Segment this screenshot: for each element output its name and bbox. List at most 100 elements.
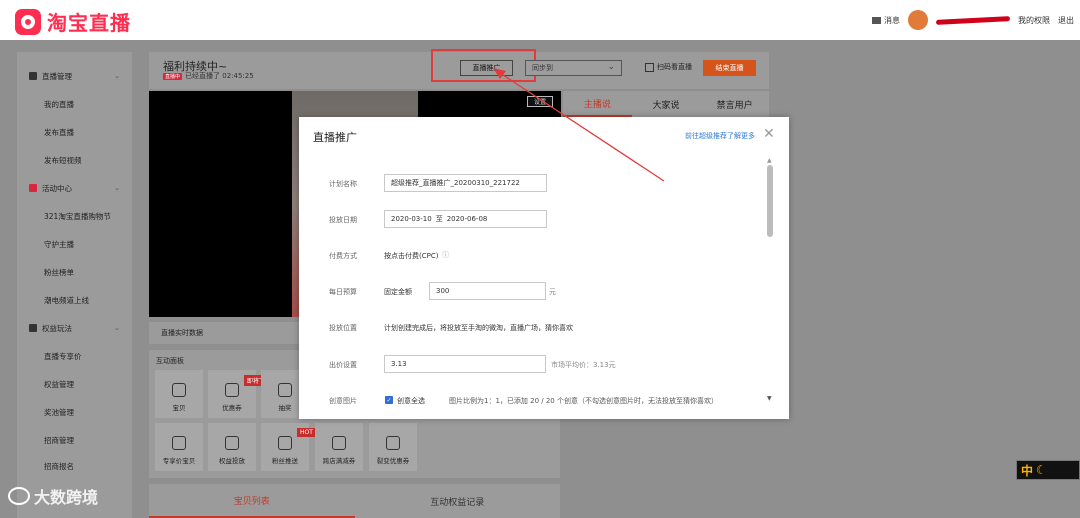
sidebar-item-label: 发布短视频: [44, 155, 82, 165]
sidebar-item-shopping-festival[interactable]: 321淘宝直播购物节: [17, 206, 132, 226]
modal-scrollbar-thumb[interactable]: [767, 165, 773, 237]
ime-indicator[interactable]: 中 ☾: [1016, 460, 1080, 480]
date-start: 2020-03-10: [391, 215, 432, 223]
tool-label: 裂变优惠券: [376, 457, 410, 465]
taobao-live-logo[interactable]: 淘宝直播: [15, 7, 131, 36]
sidebar-item-prize-pool[interactable]: 奖池管理: [17, 402, 132, 422]
sidebar-item-label: 我的直播: [44, 99, 74, 109]
sidebar-item-label: 招商管理: [44, 435, 74, 445]
messages-label: 消息: [884, 15, 900, 25]
video-settings-button[interactable]: 设置: [527, 96, 553, 107]
sidebar-item-my-live[interactable]: 我的直播: [17, 94, 132, 114]
tool-fission-coupon[interactable]: 裂变优惠券: [369, 423, 417, 471]
plan-name-input[interactable]: 超级推荐_直播推广_20200310_221722: [384, 174, 547, 192]
sidebar-item-label: 权益玩法: [42, 323, 72, 333]
sidebar: 直播管理 ⌄ 我的直播 发布直播 发布短视频 活动中心 ⌄ 321淘宝直播购物节…: [17, 52, 132, 518]
video-preview-left: [149, 91, 292, 317]
daily-budget-input[interactable]: 300: [429, 282, 546, 300]
close-icon[interactable]: ✕: [763, 126, 775, 142]
bottom-tabs: 宝贝列表 互动权益记录: [149, 484, 560, 518]
sidebar-item-label: 潮电频道上线: [44, 295, 89, 305]
live-promotion-modal: 直播推广 前往超级推荐了解更多 ✕ ▲ ▼ 计划名称 超级推荐_直播推广_202…: [299, 117, 789, 419]
live-status: 直播中 已经直播了 02:45:25: [163, 71, 254, 81]
creative-select-all-label: 创意全选: [397, 397, 425, 405]
tool-label: 权益投放: [219, 457, 245, 465]
sidebar-item-publish-live[interactable]: 发布直播: [17, 122, 132, 142]
budget-unit: 元: [549, 288, 556, 296]
date-separator: 至: [435, 215, 443, 223]
avatar[interactable]: [908, 10, 928, 30]
sidebar-item-electronics-channel[interactable]: 潮电频道上线: [17, 290, 132, 310]
bid-input[interactable]: 3.13: [384, 355, 546, 373]
delivery-dates-label: 投放日期: [329, 216, 357, 224]
tab-product-list[interactable]: 宝贝列表: [149, 484, 355, 518]
tool-label: 专享价宝贝: [162, 457, 196, 465]
sidebar-item-label: 直播管理: [42, 71, 72, 81]
sidebar-item-label: 奖池管理: [44, 407, 74, 417]
rights-box-icon: [332, 436, 346, 450]
learn-more-link[interactable]: 前往超级推荐了解更多: [685, 131, 755, 141]
sidebar-item-label: 守护主播: [44, 239, 74, 249]
tool-product[interactable]: 宝贝: [155, 370, 203, 418]
annotation-highlight-box: [431, 49, 536, 82]
tab-anchor-says[interactable]: 主播说: [563, 91, 632, 117]
delivery-date-range[interactable]: 2020-03-10 至 2020-06-08: [384, 210, 547, 228]
scroll-down-icon[interactable]: ▼: [767, 395, 772, 402]
redacted-username: [935, 15, 1011, 25]
rights-icon: [29, 324, 37, 332]
sidebar-item-exclusive-price[interactable]: 直播专享价: [17, 346, 132, 366]
delivery-position-value: 计划创建完成后，将投放至手淘的微淘，直播广场，猜你喜欢: [384, 324, 573, 332]
sidebar-group-live-management[interactable]: 直播管理 ⌄: [17, 66, 132, 86]
market-average-hint: 市场平均价：3.13元: [551, 361, 616, 369]
creative-select-all-checkbox[interactable]: ✓: [385, 396, 393, 404]
sidebar-item-label: 权益管理: [44, 379, 74, 389]
sidebar-item-guard-anchor[interactable]: 守护主播: [17, 234, 132, 254]
sidebar-item-rights-management[interactable]: 权益管理: [17, 374, 132, 394]
sidebar-item-merchant-management[interactable]: 招商管理: [17, 430, 132, 450]
tab-muted-users[interactable]: 禁言用户: [700, 91, 769, 117]
end-live-button[interactable]: 结束直播: [703, 60, 756, 76]
tab-everyone-says[interactable]: 大家说: [632, 91, 701, 117]
sidebar-group-rights-play[interactable]: 权益玩法 ⌄: [17, 318, 132, 338]
payment-method-value: 按点击付费(CPC): [384, 252, 439, 260]
sidebar-item-fan-ranking[interactable]: 粉丝榜单: [17, 262, 132, 282]
messages-link[interactable]: 消息: [872, 15, 900, 26]
tool-rights-delivery[interactable]: 权益投放: [208, 423, 256, 471]
tag-icon: [172, 436, 186, 450]
hot-tag: HOT: [297, 428, 316, 437]
moon-icon: ☾: [1036, 463, 1047, 477]
daily-budget-label: 每日预算: [329, 288, 357, 296]
tool-label: 粉丝推送: [272, 457, 298, 465]
coupon-icon: [225, 383, 239, 397]
tool-cross-store-coupon[interactable]: 跨店满减券: [315, 423, 363, 471]
logo-icon: [15, 8, 41, 35]
bid-setting-label: 出价设置: [329, 361, 357, 369]
rights-box-icon: [225, 436, 239, 450]
sync-to-placeholder: 同步到: [532, 64, 553, 72]
realtime-data-label: 直播实时数据: [161, 329, 203, 337]
sidebar-item-label: 321淘宝直播购物节: [44, 211, 111, 221]
modal-title: 直播推广: [313, 131, 357, 144]
comment-tabs: 主播说 大家说 禁言用户: [563, 91, 769, 117]
sidebar-item-label: 发布直播: [44, 127, 74, 137]
sidebar-item-label: 直播专享价: [44, 351, 82, 361]
watermark-logo-icon: [8, 487, 30, 505]
sidebar-group-activity-center[interactable]: 活动中心 ⌄: [17, 178, 132, 198]
scroll-up-icon[interactable]: ▲: [767, 157, 772, 164]
logo-text: 淘宝直播: [47, 11, 131, 35]
sidebar-item-publish-short-video[interactable]: 发布短视频: [17, 150, 132, 170]
scan-to-watch-button[interactable]: 扫码看直播: [645, 62, 692, 72]
watermark: 大数跨境: [8, 484, 98, 508]
sidebar-item-merchant-signup[interactable]: 招商报名: [17, 456, 132, 476]
logout-link[interactable]: 退出: [1058, 15, 1074, 26]
chevron-down-icon: ⌄: [114, 324, 120, 332]
interaction-panel-title: 互动面板: [156, 357, 184, 365]
tab-interaction-rights-log[interactable]: 互动权益记录: [355, 484, 561, 518]
info-icon[interactable]: ⓘ: [442, 250, 449, 260]
tool-label: 宝贝: [172, 404, 186, 412]
delivery-position-label: 投放位置: [329, 324, 357, 332]
chat-icon: [278, 436, 292, 450]
sync-to-select[interactable]: 同步到 ⌄: [525, 60, 622, 76]
tool-exclusive-price-product[interactable]: 专享价宝贝: [155, 423, 203, 471]
permissions-link[interactable]: 我的权限: [1018, 15, 1050, 26]
